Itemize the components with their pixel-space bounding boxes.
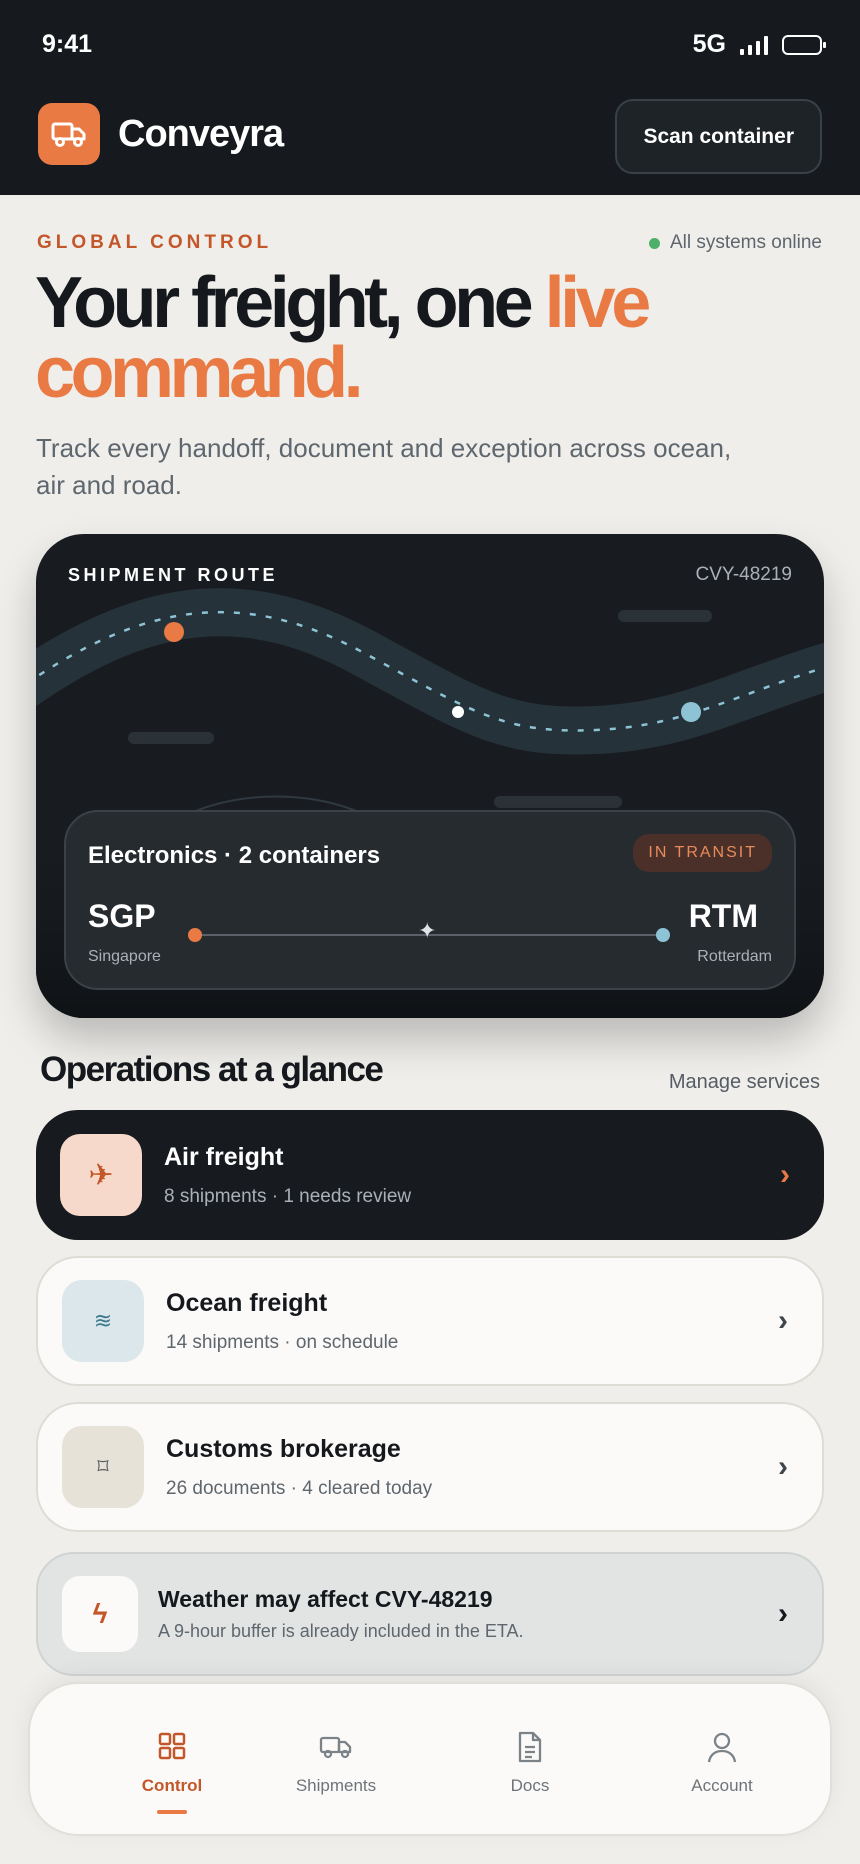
chevron-right-icon: ›	[778, 1597, 788, 1630]
service-ocean-freight[interactable]: ≋ Ocean freight 14 shipments · on schedu…	[36, 1256, 824, 1386]
online-dot-icon	[648, 237, 660, 249]
hero-subtitle: Track every handoff, document and except…	[36, 433, 732, 500]
service-meta: 8 shipments · 1 needs review	[164, 1185, 412, 1207]
weather-alert[interactable]: ϟ Weather may affect CVY-48219 A 9-hour …	[36, 1552, 824, 1676]
destination-dot	[656, 928, 670, 942]
plane-icon: ✈	[60, 1134, 142, 1216]
service-air-freight[interactable]: ✈ Air freight 8 shipments · 1 needs revi…	[36, 1110, 824, 1240]
alert-subtitle: A 9-hour buffer is already included in t…	[158, 1621, 524, 1641]
operations-title: Operations at a glance	[40, 1050, 384, 1089]
waves-icon: ≋	[62, 1280, 144, 1362]
status-badge: IN TRANSIT	[633, 834, 772, 872]
chevron-right-icon: ›	[778, 1304, 788, 1337]
shipment-summary: Electronics · 2 containers IN TRANSIT SG…	[64, 810, 796, 990]
service-title: Air freight	[164, 1142, 284, 1171]
shipment-route-card[interactable]: SHIPMENT ROUTE CVY-48219 Electronics · 2…	[36, 534, 824, 1018]
service-customs-brokerage[interactable]: ⌑ Customs brokerage 26 documents · 4 cle…	[36, 1402, 824, 1532]
route-card-label: SHIPMENT ROUTE	[68, 565, 279, 585]
nav-label: Shipments	[295, 1776, 377, 1795]
service-title: Customs brokerage	[166, 1434, 401, 1463]
signal-icon	[740, 35, 768, 55]
origin-code: SGP	[88, 898, 156, 934]
stamp-icon: ⌑	[62, 1426, 144, 1508]
nav-label: Account	[691, 1776, 753, 1795]
system-status: All systems online	[648, 232, 822, 254]
destination-name: Rotterdam	[697, 948, 772, 965]
nav-shipments[interactable]: Shipments	[261, 1730, 411, 1796]
destination-code: RTM	[688, 898, 758, 934]
truck-icon	[261, 1730, 411, 1764]
hero-title: Your freight, one live command.	[35, 267, 835, 409]
section-eyebrow: GLOBAL CONTROL	[37, 232, 273, 253]
nav-label: Docs	[510, 1776, 550, 1795]
chevron-right-icon: ›	[778, 1450, 788, 1483]
app-name: Conveyra	[118, 112, 284, 155]
origin-name: Singapore	[88, 948, 161, 965]
cargo-description: Electronics · 2 containers	[88, 842, 381, 869]
service-meta: 14 shipments · on schedule	[166, 1331, 399, 1353]
battery-icon	[782, 34, 826, 55]
manage-services-link[interactable]: Manage services	[669, 1071, 820, 1094]
plane-icon: ✦	[418, 918, 437, 943]
alert-title: Weather may affect CVY-48219	[158, 1586, 493, 1612]
brand: Conveyra	[38, 103, 284, 165]
origin-dot	[188, 928, 202, 942]
status-time: 9:41	[42, 30, 93, 58]
document-icon	[455, 1730, 605, 1764]
chevron-right-icon: ›	[780, 1158, 790, 1191]
shipment-id: CVY-48219	[695, 564, 792, 585]
nav-label: Control	[141, 1776, 203, 1795]
network-label: 5G	[692, 30, 726, 58]
app-header: 9:41 5G Conveyra Scan container	[0, 0, 860, 195]
person-icon	[647, 1730, 797, 1764]
truck-icon	[38, 103, 100, 165]
scan-container-button[interactable]: Scan container	[615, 99, 822, 174]
status-indicators: 5G	[692, 30, 826, 59]
nav-account[interactable]: Account	[647, 1730, 797, 1796]
active-indicator	[157, 1810, 187, 1814]
system-status-label: All systems online	[669, 232, 822, 253]
bottom-nav: Control Shipments Docs Account	[28, 1682, 832, 1836]
grid-icon	[97, 1730, 247, 1764]
bolt-icon: ϟ	[62, 1576, 138, 1652]
nav-docs[interactable]: Docs	[455, 1730, 605, 1796]
hero-title-main: Your freight, one	[35, 263, 545, 343]
nav-control[interactable]: Control	[97, 1730, 247, 1814]
service-meta: 26 documents · 4 cleared today	[166, 1477, 433, 1499]
service-title: Ocean freight	[166, 1288, 328, 1317]
